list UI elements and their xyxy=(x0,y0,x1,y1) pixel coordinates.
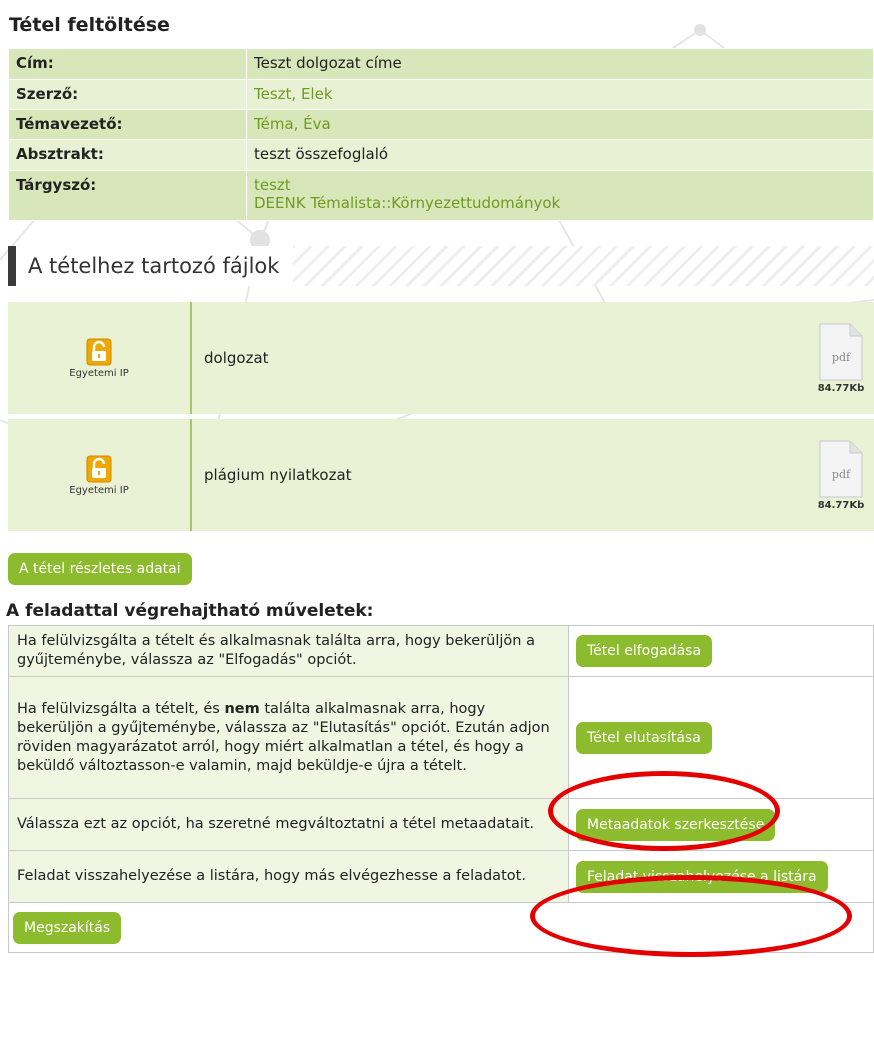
metadata-value-title: Teszt dolgozat címe xyxy=(246,48,874,80)
item-metadata-table: Cím: Teszt dolgozat címe Szerző: Teszt, … xyxy=(8,48,874,221)
file-download[interactable]: pdf 84.77Kb xyxy=(808,419,874,531)
metadata-key: Cím: xyxy=(8,48,247,80)
files-section-title: A tételhez tartozó fájlok xyxy=(16,246,294,286)
page-title: Tétel feltöltése xyxy=(9,14,170,36)
file-name[interactable]: plágium nyilatkozat xyxy=(192,419,808,531)
access-indicator: Egyetemi IP xyxy=(8,302,192,414)
file-download[interactable]: pdf 84.77Kb xyxy=(808,302,874,414)
metadata-row-author: Szerző: Teszt, Elek xyxy=(8,79,874,110)
metadata-row-advisor: Témavezető: Téma, Éva xyxy=(8,109,874,140)
subject-link[interactable]: DEENK Témalista::Környezettudományok xyxy=(254,194,866,212)
file-item: Egyetemi IP plágium nyilatkozat pdf 84.7… xyxy=(8,419,874,531)
file-size: 84.77Kb xyxy=(817,499,865,511)
operation-row-return-task: Feladat visszahelyezése a listára, hogy … xyxy=(8,850,874,903)
reject-item-button[interactable]: Tétel elutasítása xyxy=(576,721,712,754)
metadata-value-abstract: teszt összefoglaló xyxy=(246,139,874,171)
files-section-header: A tételhez tartozó fájlok xyxy=(8,246,874,286)
metadata-key: Témavezető: xyxy=(8,109,247,140)
file-name[interactable]: dolgozat xyxy=(192,302,808,414)
access-label: Egyetemi IP xyxy=(69,484,129,496)
file-type: pdf xyxy=(832,468,851,481)
section-marker xyxy=(8,246,16,286)
lock-open-icon xyxy=(86,338,112,365)
file-item: Egyetemi IP dolgozat pdf 84.77Kb xyxy=(8,302,874,414)
author-link[interactable]: Teszt, Elek xyxy=(254,85,866,103)
metadata-row-title: Cím: Teszt dolgozat címe xyxy=(8,48,874,80)
item-details-button[interactable]: A tétel részletes adatai xyxy=(8,553,192,585)
pdf-file-icon: pdf xyxy=(819,440,863,497)
metadata-row-abstract: Absztrakt: teszt összefoglaló xyxy=(8,139,874,171)
operation-row-cancel: Megszakítás xyxy=(8,902,874,953)
metadata-key: Szerző: xyxy=(8,79,247,110)
file-type: pdf xyxy=(832,351,851,364)
operation-row-edit-metadata: Válassza ezt az opciót, ha szeretné megv… xyxy=(8,798,874,851)
operation-description: Ha felülvizsgálta a tételt és alkalmasna… xyxy=(8,625,569,677)
metadata-key: Absztrakt: xyxy=(8,139,247,171)
operations-table: Ha felülvizsgálta a tételt és alkalmasna… xyxy=(8,625,874,953)
file-list: Egyetemi IP dolgozat pdf 84.77Kb Egyetem… xyxy=(8,302,874,531)
edit-metadata-button[interactable]: Metaadatok szerkesztése xyxy=(576,808,776,841)
emphasis-not: nem xyxy=(224,700,260,717)
access-indicator: Egyetemi IP xyxy=(8,419,192,531)
operations-heading: A feladattal végrehajtható műveletek: xyxy=(6,601,374,621)
access-label: Egyetemi IP xyxy=(69,367,129,379)
pdf-file-icon: pdf xyxy=(819,323,863,380)
metadata-row-subject: Tárgyszó: teszt DEENK Témalista::Környez… xyxy=(8,170,874,221)
metadata-key: Tárgyszó: xyxy=(8,170,247,221)
subject-link[interactable]: teszt xyxy=(254,176,866,194)
cancel-button[interactable]: Megszakítás xyxy=(13,911,122,944)
operation-description: Ha felülvizsgálta a tételt, és nem talál… xyxy=(8,676,569,799)
operation-row-reject: Ha felülvizsgálta a tételt, és nem talál… xyxy=(8,676,874,799)
advisor-link[interactable]: Téma, Éva xyxy=(254,115,866,133)
operation-row-accept: Ha felülvizsgálta a tételt és alkalmasna… xyxy=(8,625,874,677)
lock-open-icon xyxy=(86,455,112,482)
accept-item-button[interactable]: Tétel elfogadása xyxy=(576,635,713,667)
operation-description: Válassza ezt az opciót, ha szeretné megv… xyxy=(8,798,569,851)
operation-description: Feladat visszahelyezése a listára, hogy … xyxy=(8,850,569,903)
return-task-button[interactable]: Feladat visszahelyezése a listára xyxy=(576,860,828,893)
file-size: 84.77Kb xyxy=(817,382,865,394)
